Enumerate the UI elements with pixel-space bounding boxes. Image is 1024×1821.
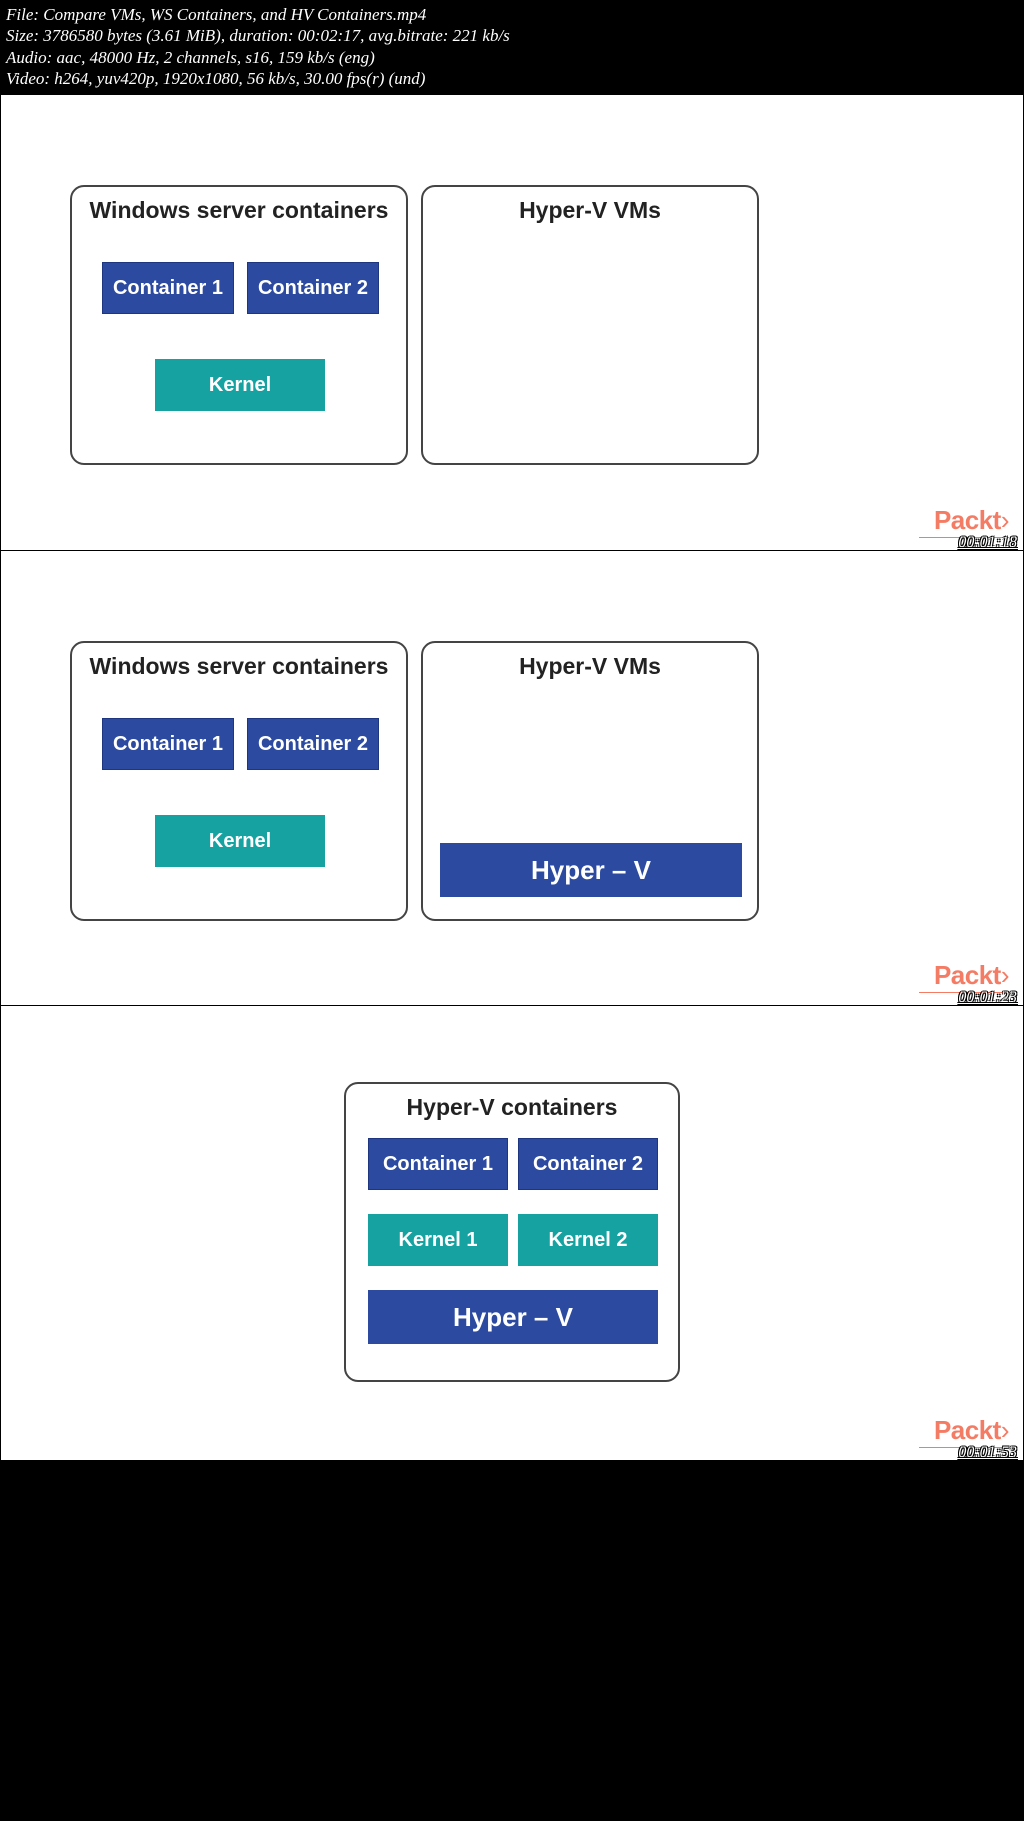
container-1-block: Container 1 [102,718,234,770]
packt-logo: Packt› [934,505,1009,536]
ws-containers-panel: Windows server containers Container 1 Co… [70,185,408,465]
panel-title: Windows server containers [72,653,406,680]
kernel-block: Kernel [155,815,325,867]
panel-title: Hyper-V VMs [423,197,757,224]
container-2-block: Container 2 [518,1138,658,1190]
panel-title: Hyper-V VMs [423,653,757,680]
hyperv-containers-panel: Hyper-V containers Container 1 Container… [344,1082,680,1382]
packt-logo: Packt› [934,960,1009,991]
kernel-block: Kernel [155,359,325,411]
hyperv-block: Hyper – V [368,1290,658,1344]
hyperv-vms-panel: Hyper-V VMs Hyper – V [421,641,759,921]
container-2-block: Container 2 [247,718,379,770]
container-1-block: Container 1 [102,262,234,314]
file-line: File: Compare VMs, WS Containers, and HV… [6,4,1018,25]
packt-logo: Packt› [934,1415,1009,1446]
frame-1: Windows server containers Container 1 Co… [1,95,1023,550]
frame-2: Windows server containers Container 1 Co… [1,550,1023,1005]
panel-title: Hyper-V containers [346,1094,678,1121]
kernel-2-block: Kernel 2 [518,1214,658,1266]
audio-line: Audio: aac, 48000 Hz, 2 channels, s16, 1… [6,47,1018,68]
frame-3: Hyper-V containers Container 1 Container… [1,1005,1023,1460]
video-line: Video: h264, yuv420p, 1920x1080, 56 kb/s… [6,68,1018,89]
size-line: Size: 3786580 bytes (3.61 MiB), duration… [6,25,1018,46]
panel-title: Windows server containers [72,197,406,224]
hyperv-vms-panel: Hyper-V VMs [421,185,759,465]
hyperv-block: Hyper – V [440,843,742,897]
file-info-header: File: Compare VMs, WS Containers, and HV… [0,0,1024,95]
container-2-block: Container 2 [247,262,379,314]
kernel-1-block: Kernel 1 [368,1214,508,1266]
timecode: 00:01:53 [958,1444,1017,1462]
container-1-block: Container 1 [368,1138,508,1190]
ws-containers-panel: Windows server containers Container 1 Co… [70,641,408,921]
